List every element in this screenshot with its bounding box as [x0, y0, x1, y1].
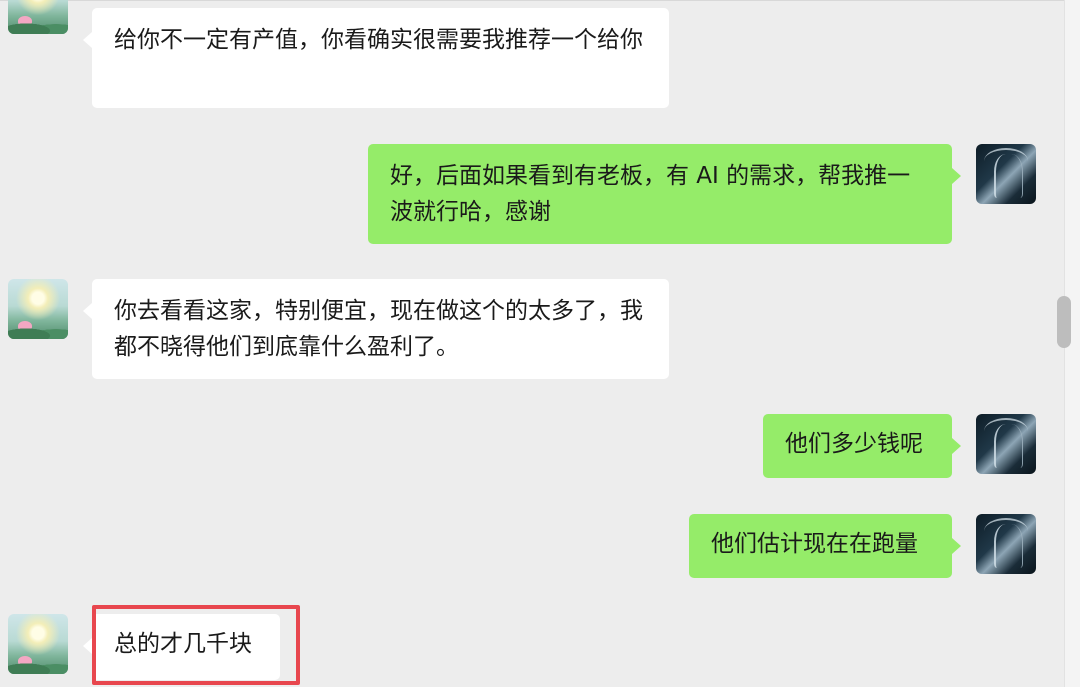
chat-message-list[interactable]: 给你不一定有产值，你看确实很需要我推荐一个给你 好，后面如果看到有老板，有 AI…	[0, 0, 1064, 687]
scrollbar-thumb[interactable]	[1057, 296, 1071, 348]
contact-avatar[interactable]	[8, 0, 68, 34]
contact-avatar[interactable]	[8, 614, 68, 674]
outgoing-message-bubble[interactable]: 好，后面如果看到有老板，有 AI 的需求，帮我推一波就行哈，感谢	[368, 144, 961, 244]
incoming-message-bubble[interactable]: 给你不一定有产值，你看确实很需要我推荐一个给你	[83, 8, 669, 108]
incoming-message-bubble[interactable]: 你去看看这家，特别便宜，现在做这个的太多了，我都不晓得他们到底靠什么盈利了。	[83, 279, 669, 379]
message-text: 他们估计现在在跑量	[711, 531, 918, 557]
contact-avatar[interactable]	[8, 279, 68, 339]
highlight-annotation-box	[92, 605, 300, 685]
message-text: 你去看看这家，特别便宜，现在做这个的太多了，我都不晓得他们到底靠什么盈利了。	[114, 298, 643, 360]
my-avatar[interactable]	[976, 414, 1036, 474]
outgoing-message-bubble[interactable]: 他们多少钱呢	[763, 414, 961, 478]
message-text: 好，后面如果看到有老板，有 AI 的需求，帮我推一波就行哈，感谢	[390, 163, 911, 225]
my-avatar[interactable]	[976, 514, 1036, 574]
my-avatar[interactable]	[976, 144, 1036, 204]
message-text: 给你不一定有产值，你看确实很需要我推荐一个给你	[114, 27, 643, 53]
outgoing-message-bubble[interactable]: 他们估计现在在跑量	[689, 514, 961, 578]
message-text: 他们多少钱呢	[785, 431, 923, 457]
